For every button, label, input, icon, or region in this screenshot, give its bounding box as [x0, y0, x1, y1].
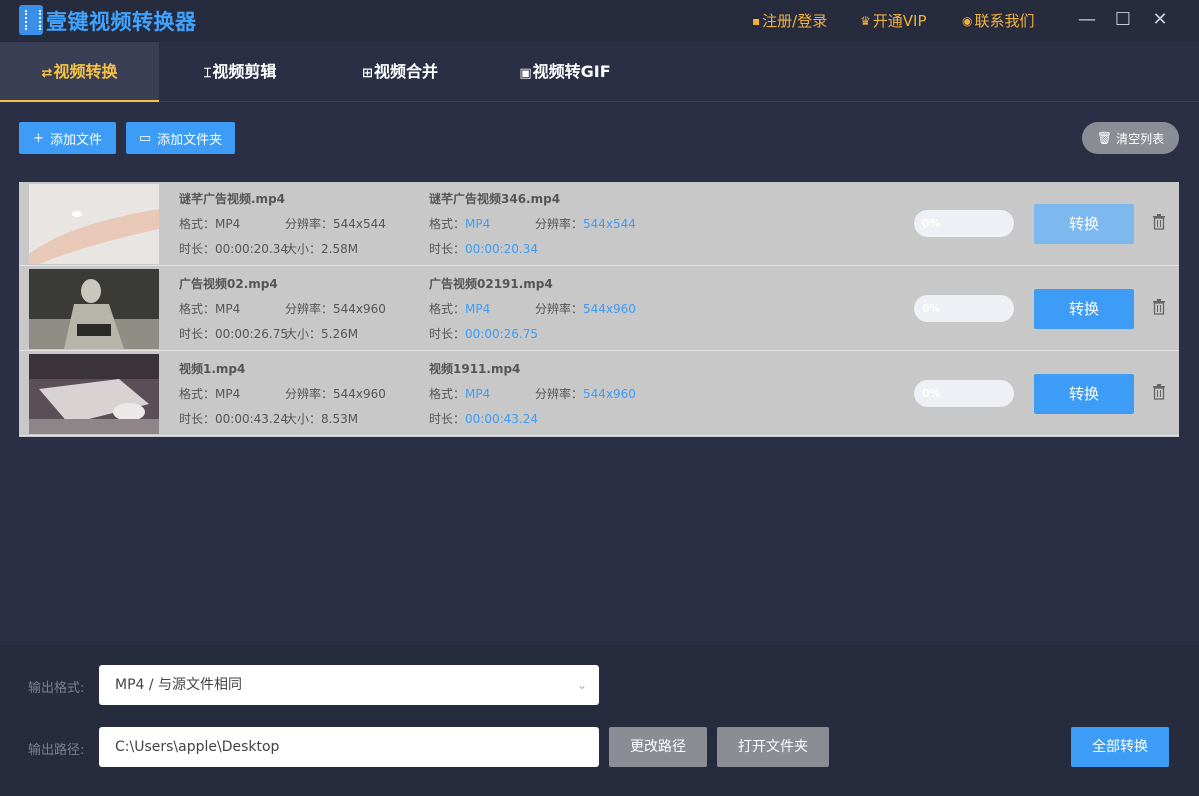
- crown-icon: ♛: [860, 13, 871, 28]
- output-resolution: 分辨率：544x544: [535, 217, 636, 231]
- output-format-select[interactable]: MP4 / 与源文件相同 ⌄: [99, 665, 599, 705]
- file-list: 谜芊广告视频.mp4 格式：MP4 分辨率：544x544 时长：00:00:2…: [19, 182, 1179, 437]
- output-file-name: 谜芊广告视频346.mp4: [429, 192, 561, 206]
- plus-icon: +: [33, 130, 44, 146]
- chevron-down-icon: ⌄: [576, 678, 587, 692]
- open-vip-link[interactable]: ♛ 开通VIP: [860, 10, 927, 31]
- delete-icon[interactable]: [1152, 299, 1166, 315]
- source-format: 格式：MP4: [179, 217, 241, 231]
- delete-icon[interactable]: [1152, 214, 1166, 230]
- source-file-name: 视频1.mp4: [179, 362, 246, 376]
- video-thumbnail: [29, 269, 159, 349]
- source-size: 大小：5.26M: [285, 327, 359, 341]
- tab-bar: ⇄视频转换 ⌶视频剪辑 ⊞视频合并 ▣视频转GIF: [0, 42, 1199, 102]
- clear-list-label: 清空列表: [1116, 131, 1165, 146]
- cut-icon: ⌶: [203, 66, 212, 81]
- contact-us-label: 联系我们: [974, 12, 1035, 30]
- convert-all-button[interactable]: 全部转换: [1071, 727, 1169, 767]
- add-folder-label: 添加文件夹: [157, 132, 223, 148]
- add-folder-button[interactable]: ▭ 添加文件夹: [126, 122, 235, 154]
- source-duration: 时长：00:00:43.24: [179, 412, 288, 426]
- source-size: 大小：2.58M: [285, 242, 359, 256]
- register-login-label: 注册/登录: [762, 12, 828, 30]
- output-resolution: 分辨率：544x960: [535, 387, 636, 401]
- output-duration: 时长：00:00:26.75: [429, 327, 538, 341]
- merge-icon: ⊞: [362, 66, 373, 81]
- maximize-icon[interactable]: ☐: [1112, 10, 1134, 32]
- app-title: 壹键视频转换器: [46, 10, 197, 34]
- register-login-link[interactable]: ▪ 注册/登录: [752, 10, 827, 31]
- app-logo-icon: [19, 5, 43, 35]
- tab-video-convert[interactable]: ⇄视频转换: [0, 42, 159, 102]
- output-path-input[interactable]: [99, 727, 599, 767]
- open-vip-label: 开通VIP: [872, 12, 927, 30]
- convert-icon: ⇄: [41, 66, 53, 81]
- clear-list-button[interactable]: 🗑 清空列表: [1082, 122, 1179, 154]
- output-format-label: 输出格式:: [28, 681, 85, 696]
- close-icon[interactable]: ✕: [1149, 10, 1171, 32]
- minimize-icon[interactable]: —: [1076, 10, 1098, 32]
- progress-bar: 0%: [914, 210, 1014, 237]
- trash-icon: 🗑: [1096, 131, 1113, 145]
- add-file-label: 添加文件: [49, 132, 102, 148]
- output-resolution: 分辨率：544x960: [535, 302, 636, 316]
- video-thumbnail: [29, 354, 159, 434]
- output-path-label: 输出路径:: [28, 743, 85, 758]
- convert-button[interactable]: 转换: [1034, 374, 1134, 414]
- add-file-button[interactable]: + 添加文件: [19, 122, 116, 154]
- output-file-name: 视频1911.mp4: [429, 362, 521, 376]
- progress-bar: 0%: [914, 295, 1014, 322]
- delete-icon[interactable]: [1152, 384, 1166, 400]
- tab-video-cut[interactable]: ⌶视频剪辑: [180, 42, 300, 102]
- folder-icon: ▭: [138, 130, 152, 146]
- tab-label: 视频合并: [373, 62, 438, 81]
- open-folder-button[interactable]: 打开文件夹: [717, 727, 829, 767]
- convert-button[interactable]: 转换: [1034, 289, 1134, 329]
- tab-label: 视频剪辑: [212, 62, 277, 81]
- source-resolution: 分辨率：544x960: [285, 387, 386, 401]
- gif-icon: ▣: [519, 66, 532, 81]
- title-bar: 壹键视频转换器 ▪ 注册/登录 ♛ 开通VIP ◉ 联系我们 — ☐ ✕: [0, 0, 1199, 42]
- video-thumbnail: [29, 184, 159, 264]
- source-format: 格式：MP4: [179, 302, 241, 316]
- source-duration: 时长：00:00:26.75: [179, 327, 288, 341]
- change-path-button[interactable]: 更改路径: [609, 727, 707, 767]
- user-icon: ▪: [752, 13, 761, 28]
- contact-us-link[interactable]: ◉ 联系我们: [962, 10, 1035, 31]
- source-resolution: 分辨率：544x544: [285, 217, 386, 231]
- convert-button[interactable]: 转换: [1034, 204, 1134, 244]
- output-format: 格式：MP4: [429, 302, 491, 316]
- source-size: 大小：8.53M: [285, 412, 359, 426]
- source-duration: 时长：00:00:20.34: [179, 242, 288, 256]
- source-file-name: 广告视频02.mp4: [179, 277, 278, 291]
- source-resolution: 分辨率：544x960: [285, 302, 386, 316]
- output-format-value: MP4 / 与源文件相同: [115, 677, 243, 693]
- output-duration: 时长：00:00:20.34: [429, 242, 538, 256]
- source-format: 格式：MP4: [179, 387, 241, 401]
- tab-video-merge[interactable]: ⊞视频合并: [340, 42, 460, 102]
- tab-label: 视频转换: [53, 62, 118, 81]
- tab-label: 视频转GIF: [532, 62, 611, 81]
- output-format: 格式：MP4: [429, 217, 491, 231]
- output-format: 格式：MP4: [429, 387, 491, 401]
- output-duration: 时长：00:00:43.24: [429, 412, 538, 426]
- progress-bar: 0%: [914, 380, 1014, 407]
- headset-icon: ◉: [962, 13, 973, 28]
- output-file-name: 广告视频02191.mp4: [429, 277, 553, 291]
- source-file-name: 谜芊广告视频.mp4: [179, 192, 286, 206]
- tab-video-gif[interactable]: ▣视频转GIF: [505, 42, 625, 102]
- file-row[interactable]: 视频1.mp4 格式：MP4 分辨率：544x960 时长：00:00:43.2…: [19, 352, 1179, 436]
- file-row[interactable]: 广告视频02.mp4 格式：MP4 分辨率：544x960 时长：00:00:2…: [19, 267, 1179, 351]
- file-row[interactable]: 谜芊广告视频.mp4 格式：MP4 分辨率：544x544 时长：00:00:2…: [19, 182, 1179, 266]
